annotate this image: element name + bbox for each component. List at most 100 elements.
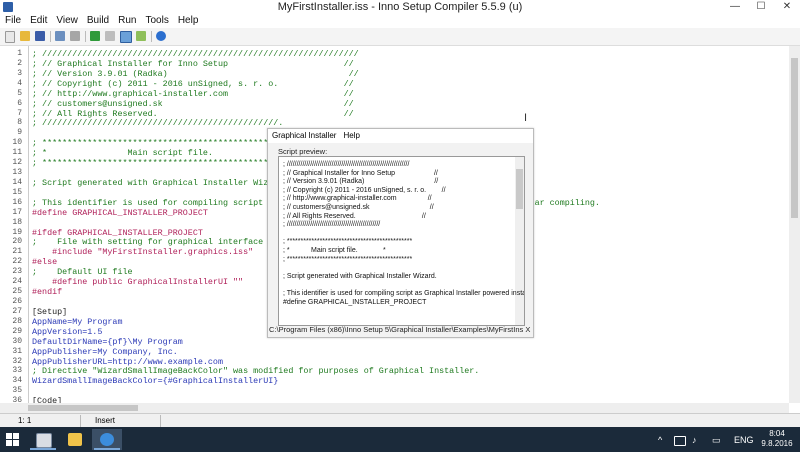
line-number: 33 <box>12 366 22 376</box>
code-line[interactable]: #include "MyFirstInstaller.graphics.iss" <box>32 247 253 257</box>
clock-time: 8:04 <box>769 429 785 438</box>
line-number: 23 <box>12 267 22 277</box>
stop-compile-icon[interactable] <box>70 31 80 41</box>
preview-line: #define GRAPHICAL_INSTALLER_PROJECT <box>283 298 427 306</box>
menu-file[interactable]: File <box>0 14 25 26</box>
preview-line: ; // Graphical Installer for Inno Setup … <box>283 169 438 177</box>
help-icon[interactable] <box>156 31 166 41</box>
script-preview-box[interactable]: ; //////////////////////////////////////… <box>278 156 525 326</box>
project-path: C:\Program Files (x86)\Inno Setup 5\Grap… <box>269 325 531 334</box>
save-icon[interactable] <box>35 31 45 41</box>
open-folder-icon[interactable] <box>20 31 30 41</box>
line-number: 20 <box>12 237 22 247</box>
windows-logo-icon <box>13 440 19 446</box>
popup-menu-help[interactable]: Help <box>339 129 362 140</box>
status-divider <box>160 415 161 427</box>
line-number: 24 <box>12 277 22 287</box>
menu-build[interactable]: Build <box>82 14 113 26</box>
preview-line: ; Script generated with Graphical Instal… <box>283 272 437 280</box>
code-line[interactable]: ; * Main script file. * <box>32 148 288 158</box>
code-line[interactable]: AppPublisher=My Company, Inc. <box>32 347 178 357</box>
code-line[interactable]: ; // customers@unsigned.sk // <box>32 99 354 109</box>
horizontal-scroll-thumb[interactable] <box>28 405 138 411</box>
code-line[interactable]: #endif <box>32 287 62 297</box>
taskbar-running-indicator <box>30 448 56 450</box>
graphical-installer-window: Graphical Installer Help Script preview: … <box>267 128 534 338</box>
tray-overflow-chevron-icon[interactable]: ^ <box>658 435 662 445</box>
menu-help[interactable]: Help <box>173 14 203 26</box>
close-button[interactable]: ✕ <box>774 0 800 14</box>
folder-icon <box>68 433 82 446</box>
code-line[interactable]: DefaultDirName={pf}\My Program <box>32 337 183 347</box>
code-line[interactable]: #define public GraphicalInstallerUI "" <box>32 277 243 287</box>
vertical-scroll-thumb[interactable] <box>791 58 798 218</box>
line-number: 1 <box>17 49 22 58</box>
menu-graphical-installer[interactable]: Graphical Installer <box>268 129 339 140</box>
code-line[interactable]: WizardSmallImageBackColor={#GraphicalIns… <box>32 376 278 386</box>
new-file-icon[interactable] <box>5 31 15 43</box>
taskbar-file-explorer[interactable] <box>60 429 90 450</box>
wizard-icon[interactable] <box>136 31 146 41</box>
code-line[interactable]: ; // Version 3.9.01 (Radka) // <box>32 69 359 79</box>
code-line[interactable]: ; **************************************… <box>32 138 303 148</box>
code-line[interactable]: ; // Copyright (c) 2011 - 2016 unSigned,… <box>32 79 354 89</box>
toolbar-separator <box>151 31 152 42</box>
preview-scroll-thumb[interactable] <box>516 169 523 209</box>
code-line[interactable]: #else <box>32 257 57 267</box>
notification-icon[interactable]: ▭ <box>712 435 721 446</box>
language-indicator[interactable]: ENG <box>734 435 754 445</box>
line-number: 8 <box>17 118 22 128</box>
vertical-scrollbar[interactable] <box>789 46 800 403</box>
network-icon[interactable] <box>674 436 686 446</box>
line-number: 19 <box>12 227 22 237</box>
code-line[interactable]: AppName=My Program <box>32 317 122 327</box>
run-icon[interactable] <box>90 31 100 41</box>
minimize-button[interactable]: — <box>722 0 748 14</box>
code-line[interactable]: ; Default UI file <box>32 267 133 277</box>
code-line[interactable]: AppPublisherURL=http://www.example.com <box>32 357 223 367</box>
menu-tools[interactable]: Tools <box>140 14 172 26</box>
code-line[interactable]: [Code] <box>32 396 62 403</box>
code-line[interactable]: #define GRAPHICAL_INSTALLER_PROJECT <box>32 208 208 218</box>
graphical-installer-icon[interactable] <box>120 31 132 43</box>
preview-line: ; //////////////////////////////////////… <box>283 161 410 168</box>
code-line[interactable]: AppVersion=1.5 <box>32 327 102 337</box>
maximize-button[interactable]: ☐ <box>748 0 774 14</box>
line-number: 11 <box>12 148 22 158</box>
volume-icon[interactable]: ♪ <box>692 435 697 445</box>
line-number: 3 <box>17 68 22 78</box>
status-divider <box>80 415 81 427</box>
compile-icon[interactable] <box>55 31 65 41</box>
code-line[interactable]: ; Script generated with Graphical Instal… <box>32 178 268 188</box>
horizontal-scrollbar[interactable] <box>0 403 789 413</box>
code-line[interactable]: ; //////////////////////////////////////… <box>32 49 359 59</box>
code-line[interactable]: ; File with setting for graphical interf… <box>32 237 263 247</box>
line-number: 16 <box>12 197 22 207</box>
cursor-position: 1: 1 <box>18 416 32 425</box>
taskbar-internet-explorer[interactable] <box>92 429 122 450</box>
line-number: 26 <box>12 297 22 306</box>
clock[interactable]: 8:04 9.8.2016 <box>757 429 797 449</box>
code-line[interactable]: ; // All Rights Reserved. // <box>32 109 354 119</box>
preview-scrollbar[interactable] <box>515 157 524 325</box>
code-line[interactable]: ; Directive "WizardSmallImageBackColor" … <box>32 366 479 376</box>
line-number: 31 <box>12 346 22 356</box>
line-number: 32 <box>12 356 22 366</box>
code-line[interactable]: #ifdef GRAPHICAL_INSTALLER_PROJECT <box>32 228 203 238</box>
code-line[interactable]: ; // Graphical Installer for Inno Setup … <box>32 59 354 69</box>
code-line[interactable]: ; **************************************… <box>32 158 303 168</box>
menu-view[interactable]: View <box>51 14 82 26</box>
toolbar-separator <box>85 31 86 42</box>
taskbar-inno-setup[interactable] <box>28 429 58 450</box>
menu-edit[interactable]: Edit <box>25 14 51 26</box>
menu-run[interactable]: Run <box>113 14 140 26</box>
code-line[interactable]: ; //////////////////////////////////////… <box>32 118 283 128</box>
line-number: 2 <box>17 58 22 68</box>
window-title: MyFirstInstaller.iss - Inno Setup Compil… <box>277 1 523 13</box>
preview-line: ; // All Rights Reserved. // <box>283 212 426 220</box>
pause-icon[interactable] <box>105 31 115 41</box>
start-button[interactable] <box>6 433 19 446</box>
code-line[interactable]: [Setup] <box>32 307 67 317</box>
code-line[interactable]: ; // http://www.graphical-installer.com … <box>32 89 354 99</box>
line-number: 30 <box>12 336 22 346</box>
